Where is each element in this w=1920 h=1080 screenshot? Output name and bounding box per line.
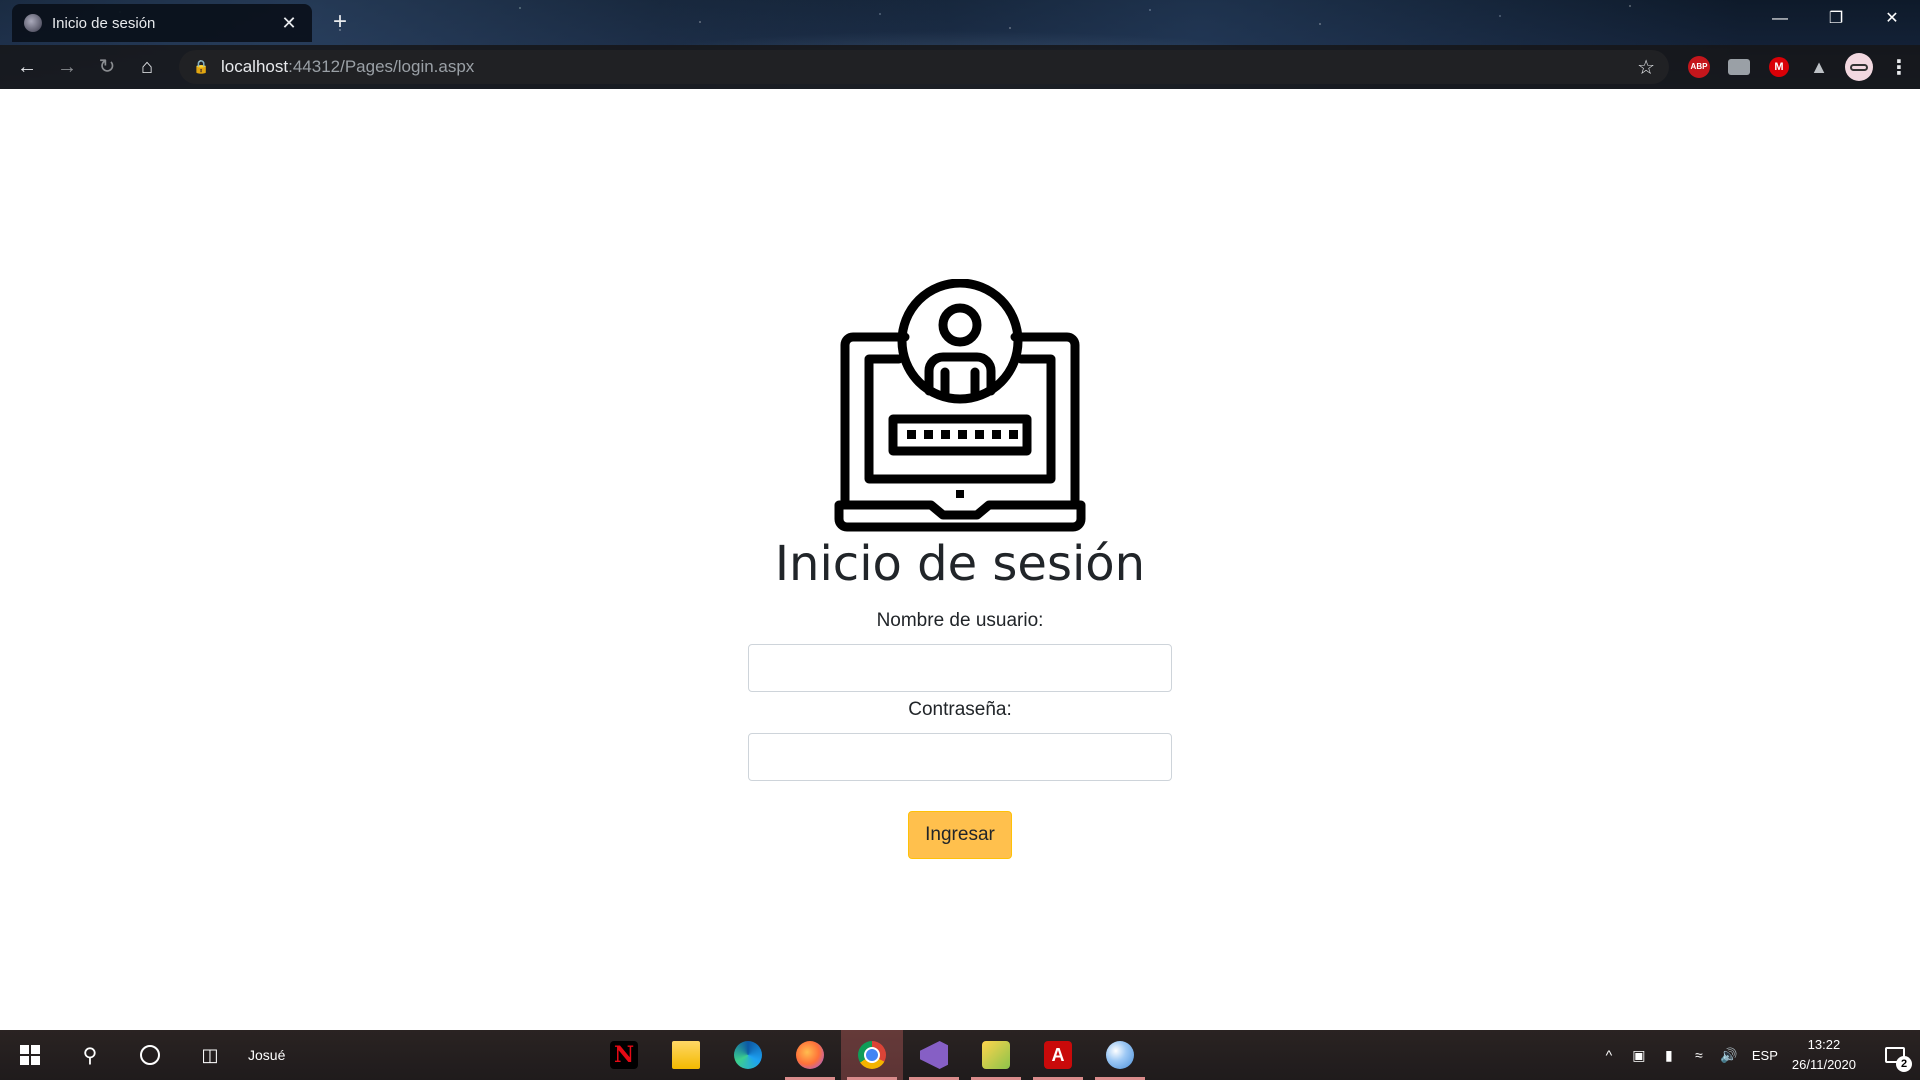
page-content: Inicio de sesión Nombre de usuario: Cont… xyxy=(0,89,1920,1030)
forward-button[interactable]: → xyxy=(47,47,87,87)
cortana-button[interactable] xyxy=(120,1030,180,1080)
password-input[interactable] xyxy=(748,733,1172,781)
folder-icon xyxy=(672,1041,700,1069)
restore-button[interactable]: ❐ xyxy=(1808,0,1864,38)
cortana-icon xyxy=(140,1045,160,1065)
taskbar-user-name: Josué xyxy=(248,1047,286,1063)
windows-taskbar: ⚲ ◫ Josué N A ^ ▣ ▮ ≈ 🔊 ESP 13:22 26/11/… xyxy=(0,1030,1920,1080)
network-monitor-icon[interactable]: ▣ xyxy=(1624,1047,1654,1064)
username-input[interactable] xyxy=(748,644,1172,692)
taskbar-app-chrome[interactable] xyxy=(841,1030,903,1080)
back-button[interactable]: ← xyxy=(7,47,47,87)
start-button[interactable] xyxy=(0,1030,60,1080)
taskbar-app-paint[interactable] xyxy=(1089,1030,1151,1080)
notification-center-button[interactable]: 2 xyxy=(1870,1030,1920,1080)
globe-favicon-icon xyxy=(24,14,42,32)
netflix-icon: N xyxy=(610,1041,638,1069)
puzzle-icon: ▲ xyxy=(1810,56,1828,77)
password-dots xyxy=(907,430,1018,439)
acrobat-icon: A xyxy=(1044,1041,1072,1069)
lock-icon: 🔒 xyxy=(193,59,210,74)
username-label: Nombre de usuario: xyxy=(876,610,1044,631)
taskbar-app-edge[interactable] xyxy=(717,1030,779,1080)
minimize-button[interactable]: — xyxy=(1752,0,1808,38)
browser-tab[interactable]: Inicio de sesión ✕ xyxy=(12,4,312,42)
browser-menu-button[interactable]: ⋮ xyxy=(1881,49,1917,85)
edge-icon xyxy=(734,1041,762,1069)
url-path: :44312/Pages/login.aspx xyxy=(288,57,475,76)
extensions-menu[interactable]: ▲ xyxy=(1801,49,1837,85)
password-label: Contraseña: xyxy=(908,699,1012,720)
clock-date: 26/11/2020 xyxy=(1791,1057,1856,1072)
mega-icon: M xyxy=(1769,57,1789,77)
taskbar-app-firefox[interactable] xyxy=(779,1030,841,1080)
taskbar-app-netflix[interactable]: N xyxy=(593,1030,655,1080)
sticky-notes-icon xyxy=(982,1041,1010,1069)
notification-count-badge: 2 xyxy=(1896,1056,1912,1072)
visual-studio-icon xyxy=(920,1041,948,1069)
page-title: Inicio de sesión xyxy=(774,536,1146,592)
tab-title: Inicio de sesión xyxy=(52,14,156,32)
url-host: localhost xyxy=(221,57,289,76)
adblock-icon: ABP xyxy=(1688,56,1710,78)
browser-toolbar: ← → ↻ ⌂ 🔒 localhost :44312/Pages/login.a… xyxy=(0,45,1920,89)
system-tray: ^ ▣ ▮ ≈ 🔊 ESP 13:22 26/11/2020 2 xyxy=(1594,1030,1920,1080)
language-indicator[interactable]: ESP xyxy=(1752,1048,1778,1063)
chevron-up-icon[interactable]: ^ xyxy=(1594,1047,1624,1063)
avatar xyxy=(1845,53,1873,81)
reload-button[interactable]: ↻ xyxy=(87,47,127,87)
taskbar-app-acrobat[interactable]: A xyxy=(1027,1030,1089,1080)
extension-icon xyxy=(1728,59,1750,75)
profile-button[interactable] xyxy=(1841,49,1877,85)
bookmark-star-icon[interactable]: ☆ xyxy=(1637,55,1655,80)
new-tab-button[interactable]: + xyxy=(326,8,354,36)
address-bar[interactable]: 🔒 localhost :44312/Pages/login.aspx ☆ xyxy=(179,50,1669,84)
windows-logo-icon xyxy=(20,1045,40,1065)
wifi-icon[interactable]: ≈ xyxy=(1684,1047,1714,1063)
taskbar-app-file-explorer[interactable] xyxy=(655,1030,717,1080)
mega-extension[interactable]: M xyxy=(1761,49,1797,85)
submit-button[interactable]: Ingresar xyxy=(908,811,1012,859)
adblock-extension[interactable]: ABP xyxy=(1681,49,1717,85)
extension-gray[interactable] xyxy=(1721,49,1757,85)
kebab-menu-icon: ⋮ xyxy=(1889,56,1909,79)
clock-time: 13:22 xyxy=(1807,1037,1841,1052)
chrome-icon xyxy=(858,1041,886,1069)
laptop-user-login-icon xyxy=(834,279,1086,532)
search-icon: ⚲ xyxy=(82,1044,98,1067)
window-controls: — ❐ ✕ xyxy=(1752,0,1920,38)
search-button[interactable]: ⚲ xyxy=(60,1030,120,1080)
firefox-icon xyxy=(796,1041,824,1069)
task-view-button[interactable]: ◫ xyxy=(180,1030,240,1080)
taskbar-app-sticky-notes[interactable] xyxy=(965,1030,1027,1080)
task-view-icon: ◫ xyxy=(201,1044,219,1065)
pinned-apps: N A xyxy=(593,1030,1151,1080)
close-window-button[interactable]: ✕ xyxy=(1864,0,1920,38)
paint-palette-icon xyxy=(1106,1041,1134,1069)
login-form: Inicio de sesión Nombre de usuario: Cont… xyxy=(748,279,1172,859)
home-button[interactable]: ⌂ xyxy=(127,47,167,87)
battery-icon[interactable]: ▮ xyxy=(1654,1047,1684,1064)
taskbar-app-visual-studio[interactable] xyxy=(903,1030,965,1080)
browser-chrome: Inicio de sesión ✕ + — ❐ ✕ ← → ↻ ⌂ 🔒 loc… xyxy=(0,0,1920,89)
clock[interactable]: 13:22 26/11/2020 xyxy=(1792,1035,1856,1075)
close-tab-icon[interactable]: ✕ xyxy=(278,13,300,34)
volume-icon[interactable]: 🔊 xyxy=(1714,1047,1744,1064)
